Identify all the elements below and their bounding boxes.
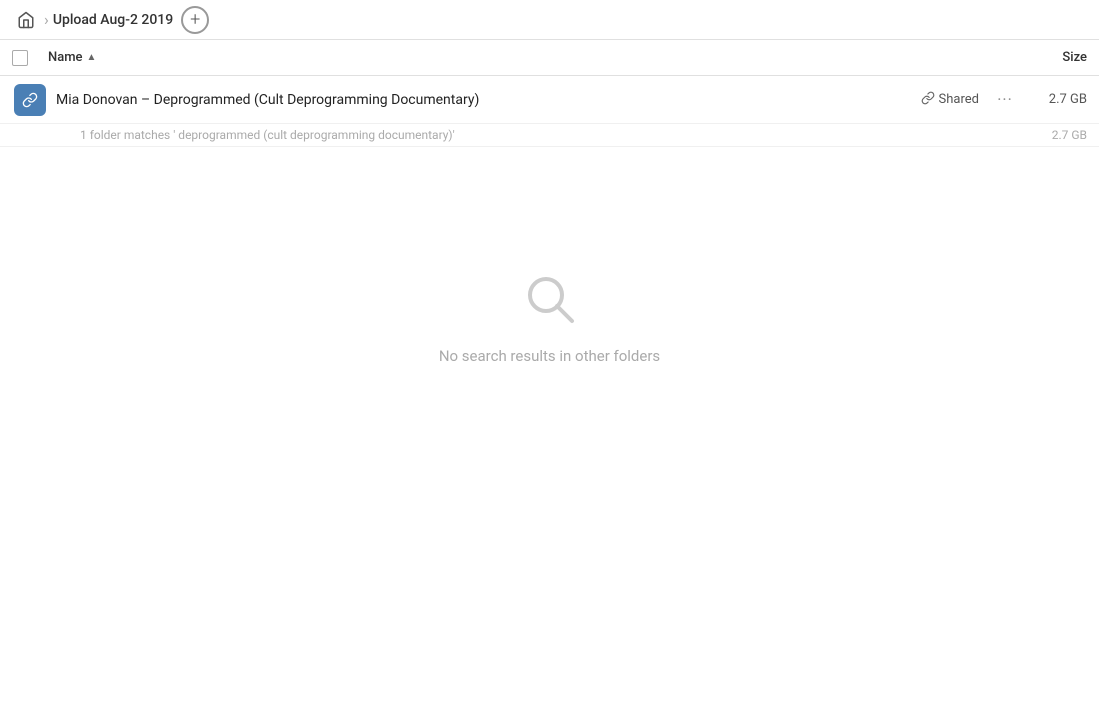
empty-state: No search results in other folders	[0, 147, 1099, 365]
size-column-header[interactable]: Size	[1007, 50, 1087, 65]
home-icon	[17, 11, 35, 29]
name-column-header[interactable]: Name ▲	[48, 50, 1007, 65]
empty-state-message: No search results in other folders	[439, 347, 660, 365]
link-small-icon	[921, 91, 935, 105]
breadcrumb-label[interactable]: Upload Aug-2 2019	[53, 12, 173, 28]
shared-label: Shared	[939, 92, 979, 107]
link-icon-file	[22, 92, 38, 108]
match-subtitle-row: 1 folder matches ' deprogrammed (cult de…	[0, 124, 1099, 147]
sort-arrow-icon: ▲	[87, 52, 97, 63]
file-icon-wrapper	[12, 84, 48, 116]
file-icon	[14, 84, 46, 116]
breadcrumb-bar: › Upload Aug-2 2019 +	[0, 0, 1099, 40]
table-header: Name ▲ Size	[0, 40, 1099, 76]
file-name: Mia Donovan – Deprogrammed (Cult Deprogr…	[48, 92, 921, 108]
share-link-icon	[921, 91, 935, 109]
breadcrumb-separator: ›	[44, 10, 49, 29]
home-button[interactable]	[12, 6, 40, 34]
match-text: 1 folder matches ' deprogrammed (cult de…	[80, 128, 1027, 142]
file-shared-badge: Shared	[921, 91, 979, 109]
more-dots-icon: ···	[997, 90, 1013, 109]
more-options-button[interactable]: ···	[991, 86, 1019, 114]
empty-search-icon	[518, 267, 582, 331]
add-button[interactable]: +	[181, 6, 209, 34]
file-size: 2.7 GB	[1027, 92, 1087, 107]
select-all-checkbox[interactable]	[12, 50, 28, 66]
select-all-checkbox-col	[12, 50, 48, 66]
match-size: 2.7 GB	[1027, 128, 1087, 142]
file-row[interactable]: Mia Donovan – Deprogrammed (Cult Deprogr…	[0, 76, 1099, 124]
